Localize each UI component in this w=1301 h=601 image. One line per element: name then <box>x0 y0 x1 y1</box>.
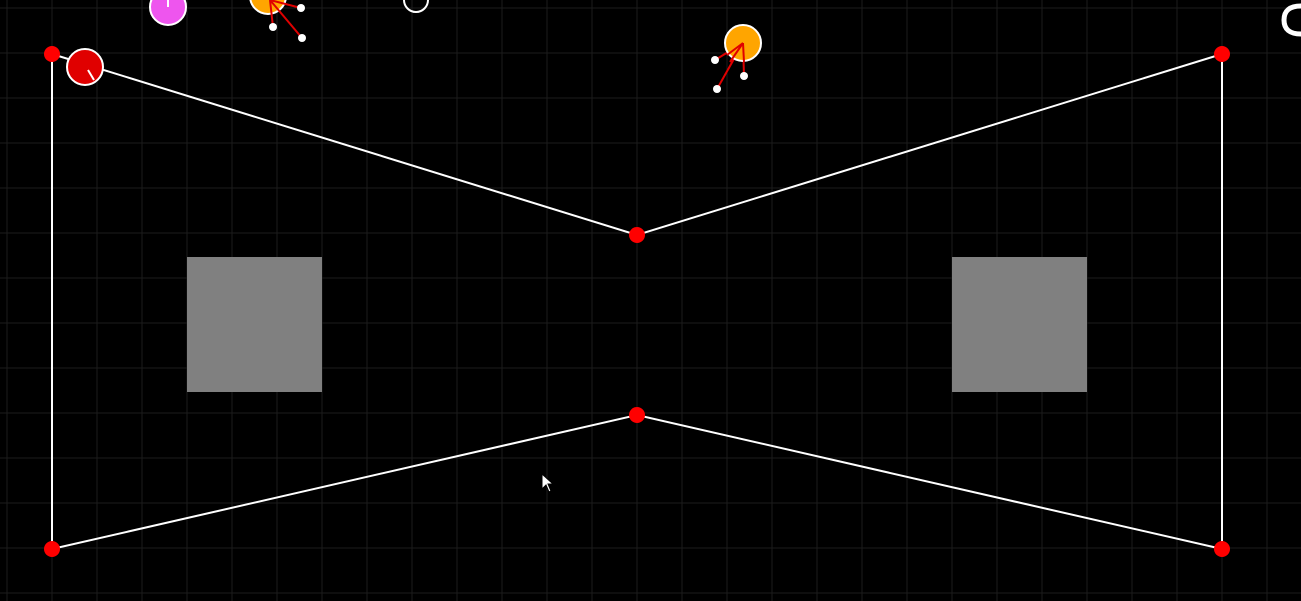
game-stage[interactable] <box>0 0 1301 601</box>
enemy-ball-icon <box>149 0 187 26</box>
aim-dot-icon <box>711 56 719 64</box>
aim-dot-icon <box>740 72 748 80</box>
aim-dot-icon <box>713 85 721 93</box>
wall-vertex-bottom-right <box>1214 541 1230 557</box>
wall-vertex-bottom-left <box>44 541 60 557</box>
enemy-ball-icon <box>711 24 762 93</box>
aim-dot-icon <box>269 23 277 31</box>
player-ball-icon <box>66 48 104 86</box>
offscreen-hud-icon <box>1281 3 1301 37</box>
wall-vertex-bottom-center <box>629 407 645 423</box>
offscreen-ball-icon <box>403 0 429 13</box>
wall-vertex-top-center <box>629 227 645 243</box>
wall-vertex-top-left <box>44 46 60 62</box>
obstacle-block-right <box>952 257 1087 392</box>
obstacle-block-left <box>187 257 322 392</box>
game-canvas[interactable] <box>0 0 1301 601</box>
mouse-pointer-icon <box>541 473 555 493</box>
aim-dot-icon <box>298 34 306 42</box>
aim-dot-icon <box>297 4 305 12</box>
enemy-ball-icon <box>249 0 306 42</box>
wall-vertex-top-right <box>1214 46 1230 62</box>
